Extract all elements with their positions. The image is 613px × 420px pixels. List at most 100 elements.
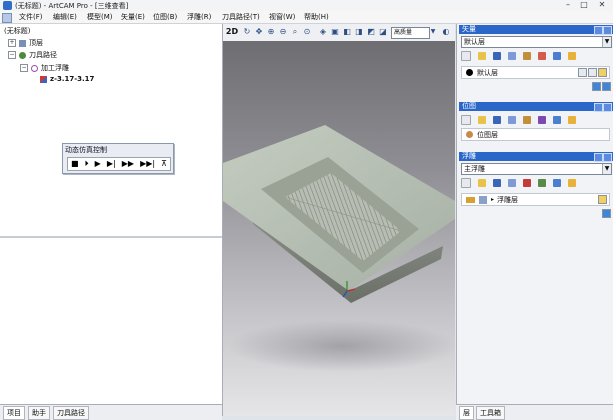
iso-view-icon[interactable]: ◈ bbox=[318, 27, 328, 37]
tab-project[interactable]: 项目 bbox=[3, 406, 25, 420]
stop-button[interactable]: ■ bbox=[71, 158, 79, 170]
delete-icon[interactable] bbox=[553, 179, 561, 187]
relief-select[interactable]: 主浮雕 ▼ bbox=[461, 163, 612, 175]
close-button[interactable]: ✕ bbox=[594, 0, 610, 10]
zoom-in-icon[interactable]: ⊕ bbox=[266, 27, 276, 37]
play-to-end-button[interactable]: ▶| bbox=[107, 158, 116, 170]
section-close-icon[interactable] bbox=[603, 153, 612, 162]
dropdown-arrow-icon[interactable]: ▼ bbox=[602, 37, 611, 47]
menu-model[interactable]: 模型(M) bbox=[87, 12, 113, 22]
bulb-icon[interactable] bbox=[568, 116, 576, 124]
simulation-control-dialog[interactable]: 动态仿真控制 ■ ⏵ ▶ ▶| ▶▶ ▶▶| ⊼ bbox=[62, 143, 174, 174]
bitmap-layer-icon[interactable] bbox=[466, 131, 473, 138]
view-2d-button[interactable]: 2D bbox=[225, 27, 239, 37]
speed-button[interactable]: ⊼ bbox=[161, 158, 167, 170]
flatten-icon[interactable] bbox=[538, 179, 546, 187]
save-icon[interactable] bbox=[493, 116, 501, 124]
move-up-icon[interactable] bbox=[592, 82, 601, 91]
lighting-icon[interactable]: ◐ bbox=[441, 27, 451, 37]
vector-layer-select[interactable]: 默认层 ▼ bbox=[461, 36, 612, 48]
lock-icon[interactable] bbox=[578, 68, 587, 77]
collapse-minus-icon[interactable]: − bbox=[8, 51, 16, 59]
top-view-icon[interactable]: ▣ bbox=[330, 27, 340, 37]
delete-icon[interactable] bbox=[553, 116, 561, 124]
delete-icon[interactable] bbox=[553, 52, 561, 60]
tree-item-roughing[interactable]: − 加工浮雕 bbox=[20, 63, 69, 73]
tab-toolpaths[interactable]: 刀具路径 bbox=[53, 406, 89, 420]
menu-toolpaths[interactable]: 刀具路径(T) bbox=[222, 12, 260, 22]
new-layer-icon[interactable] bbox=[461, 51, 471, 61]
tree-item-toolpath-detail[interactable]: z-3.17-3.17 bbox=[40, 75, 94, 83]
relief-layer-icon[interactable] bbox=[466, 196, 475, 203]
zoom-window-icon[interactable]: ⌕ bbox=[290, 27, 300, 37]
right-view-icon[interactable]: ◩ bbox=[366, 27, 376, 37]
bulb-icon[interactable] bbox=[568, 179, 576, 187]
expand-arrow-icon[interactable]: ▸ bbox=[491, 196, 494, 203]
render-quality-select[interactable]: 高质量 bbox=[391, 27, 430, 39]
vector-layer-row[interactable]: 默认层 bbox=[461, 66, 610, 79]
step-button[interactable]: ⏵ bbox=[85, 158, 89, 170]
import-icon[interactable] bbox=[508, 52, 516, 60]
menu-vector[interactable]: 矢量(E) bbox=[121, 12, 145, 22]
document-icon[interactable] bbox=[2, 13, 12, 23]
menu-file[interactable]: 文件(F) bbox=[19, 12, 43, 22]
menu-bitmap[interactable]: 位图(B) bbox=[153, 12, 177, 22]
section-close-icon[interactable] bbox=[603, 103, 612, 112]
zoom-out-icon[interactable]: ⊖ bbox=[278, 27, 288, 37]
combine-icon[interactable] bbox=[523, 179, 531, 187]
collapse-minus-icon[interactable]: − bbox=[20, 64, 28, 72]
move-down-icon[interactable] bbox=[602, 82, 611, 91]
tree-item-toolpaths[interactable]: − 刀具路径 bbox=[8, 50, 57, 60]
tree-item-top-level[interactable]: + 顶层 bbox=[8, 38, 43, 48]
3d-viewport[interactable] bbox=[223, 41, 455, 416]
open-folder-icon[interactable] bbox=[478, 52, 486, 60]
section-minimize-icon[interactable] bbox=[594, 103, 603, 112]
tab-layers[interactable]: 层 bbox=[459, 406, 474, 420]
left-view-icon[interactable]: ◨ bbox=[354, 27, 364, 37]
open-folder-icon[interactable] bbox=[478, 179, 486, 187]
visibility-bulb-icon[interactable] bbox=[598, 68, 607, 77]
rotate-view-icon[interactable]: ↻ bbox=[242, 27, 252, 37]
save-icon[interactable] bbox=[493, 52, 501, 60]
tab-assistant[interactable]: 助手 bbox=[28, 406, 50, 420]
convert-icon[interactable] bbox=[538, 116, 546, 124]
maximize-button[interactable]: □ bbox=[576, 0, 592, 10]
new-relief-icon[interactable] bbox=[461, 178, 471, 188]
layer-mode-icon[interactable] bbox=[479, 195, 487, 204]
dropdown-arrow-icon[interactable]: ▼ bbox=[602, 164, 611, 174]
tab-toolbox[interactable]: 工具箱 bbox=[476, 406, 505, 420]
export-icon[interactable] bbox=[523, 116, 531, 124]
panel-splitter[interactable] bbox=[0, 236, 222, 238]
export-icon[interactable] bbox=[523, 52, 531, 60]
menu-window[interactable]: 视窗(W) bbox=[269, 12, 295, 22]
merge-icon[interactable] bbox=[538, 52, 546, 60]
new-bitmap-icon[interactable] bbox=[461, 115, 471, 125]
layer-color-icon[interactable] bbox=[466, 69, 473, 76]
zoom-fit-icon[interactable]: ⊙ bbox=[302, 27, 312, 37]
minimize-button[interactable]: – bbox=[560, 0, 576, 10]
tree-root[interactable]: (无标题) bbox=[4, 26, 30, 36]
move-down-icon[interactable] bbox=[602, 209, 611, 218]
section-minimize-icon[interactable] bbox=[594, 26, 603, 35]
menu-relief[interactable]: 浮雕(R) bbox=[187, 12, 211, 22]
select-arrow-icon[interactable]: ▼ bbox=[428, 27, 438, 37]
play-button[interactable]: ▶ bbox=[95, 158, 101, 170]
import-icon[interactable] bbox=[508, 179, 516, 187]
save-icon[interactable] bbox=[493, 179, 501, 187]
expand-plus-icon[interactable]: + bbox=[8, 39, 16, 47]
pen-icon[interactable] bbox=[588, 68, 597, 77]
pan-view-icon[interactable]: ✥ bbox=[254, 27, 264, 37]
menu-edit[interactable]: 编辑(E) bbox=[53, 12, 77, 22]
import-icon[interactable] bbox=[508, 116, 516, 124]
section-close-icon[interactable] bbox=[603, 26, 612, 35]
shade-view-icon[interactable]: ◪ bbox=[378, 27, 388, 37]
section-minimize-icon[interactable] bbox=[594, 153, 603, 162]
fast-forward-button[interactable]: ▶▶ bbox=[122, 158, 134, 170]
relief-layer-row[interactable]: ▸ 浮雕层 bbox=[461, 193, 610, 206]
bitmap-layer-row[interactable]: 位图层 bbox=[461, 128, 610, 141]
front-view-icon[interactable]: ◧ bbox=[342, 27, 352, 37]
bulb-icon[interactable] bbox=[568, 52, 576, 60]
fast-to-end-button[interactable]: ▶▶| bbox=[140, 158, 155, 170]
visibility-bulb-icon[interactable] bbox=[598, 195, 607, 204]
menu-help[interactable]: 帮助(H) bbox=[304, 12, 329, 22]
